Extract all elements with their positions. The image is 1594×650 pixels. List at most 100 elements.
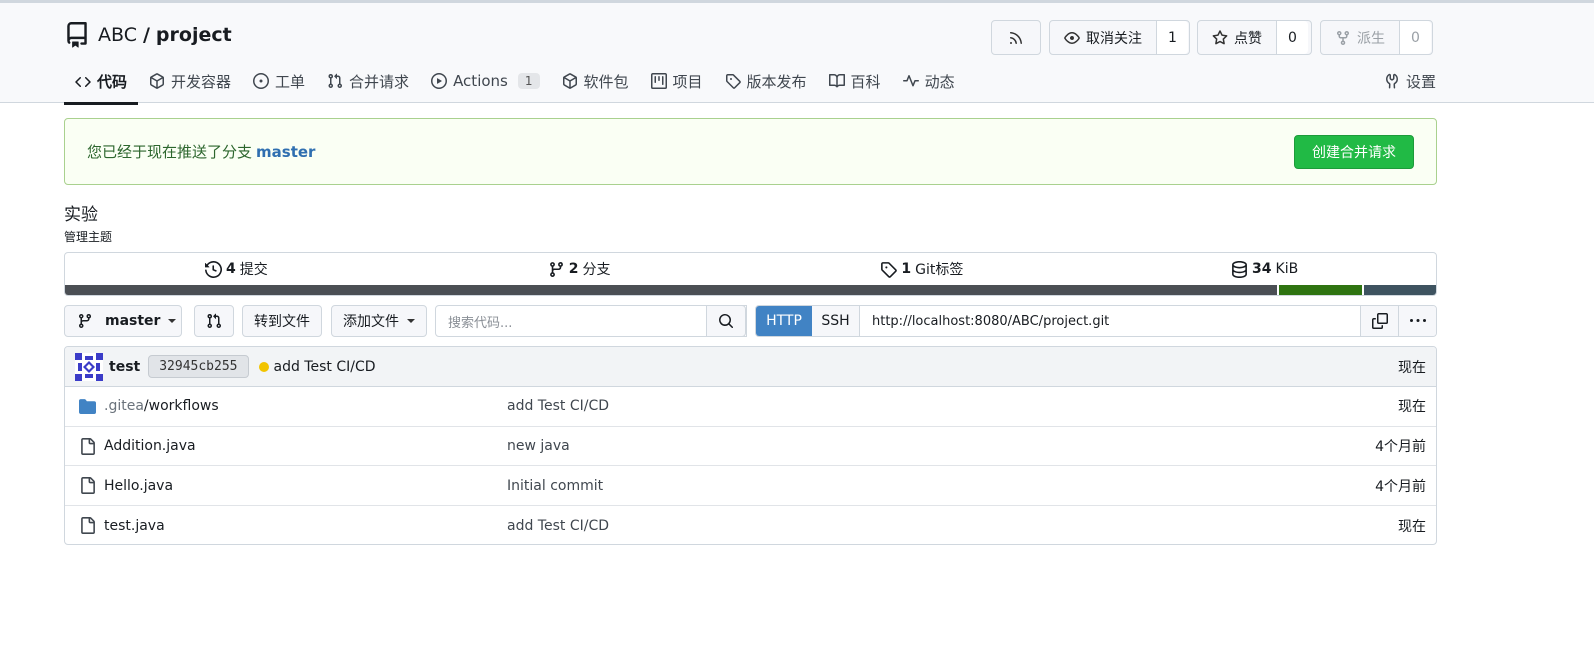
- language-stats-bar[interactable]: [65, 285, 1436, 295]
- issue-icon: [253, 73, 270, 89]
- tab-activity[interactable]: 动态: [892, 59, 966, 103]
- branch-icon: [548, 261, 565, 278]
- tab-devcontainer[interactable]: 开发容器: [138, 59, 242, 103]
- repo-name-link[interactable]: project: [156, 24, 232, 46]
- tab-packages-label: 软件包: [583, 72, 629, 91]
- file-commit-message[interactable]: Initial commit: [507, 478, 1375, 494]
- project-icon: [650, 73, 667, 89]
- file-row: Hello.java Initial commit 4个月前: [65, 466, 1436, 507]
- commit-sha-link[interactable]: 32945cb255: [148, 355, 249, 378]
- branch-selector[interactable]: master: [64, 305, 182, 337]
- repo-owner-link[interactable]: ABC: [98, 24, 137, 46]
- commits-count: 4: [226, 261, 236, 277]
- file-commit-message[interactable]: add Test CI/CD: [507, 398, 1398, 414]
- file-commit-time: 4个月前: [1375, 478, 1426, 495]
- branch-icon: [77, 313, 93, 329]
- repo-toolbar: master 转到文件 添加文件 搜索代码... HTTP SSH http:/…: [64, 305, 1437, 338]
- file-row: Addition.java new java 4个月前: [65, 427, 1436, 467]
- repo-title: ABC / project: [64, 20, 232, 50]
- fork-button[interactable]: 派生 0: [1320, 20, 1433, 55]
- tab-packages[interactable]: 软件包: [551, 59, 640, 103]
- create-pull-request-button[interactable]: 创建合并请求: [1294, 134, 1414, 169]
- star-label: 点赞: [1234, 30, 1262, 47]
- push-notice-message: 您已经于现在推送了分支 master: [87, 141, 315, 162]
- star-button[interactable]: 点赞 0: [1197, 20, 1312, 55]
- avatar[interactable]: [75, 352, 103, 381]
- clone-ssh-button[interactable]: SSH: [812, 306, 860, 336]
- rss-button[interactable]: [991, 20, 1041, 55]
- tab-pulls[interactable]: 合并请求: [316, 59, 420, 103]
- add-file-label: 添加文件: [343, 314, 399, 330]
- commit-message-link[interactable]: add Test CI/CD: [274, 359, 1399, 375]
- folder-prefix: .gitea: [104, 398, 144, 415]
- code-search-button[interactable]: [706, 305, 746, 337]
- tab-wiki[interactable]: 百科: [818, 59, 892, 103]
- tab-devcontainer-label: 开发容器: [171, 72, 232, 91]
- database-icon: [1231, 260, 1248, 278]
- repo-icon: [64, 22, 90, 48]
- copy-icon: [1371, 313, 1388, 329]
- branches-stat[interactable]: 2 分支: [408, 253, 751, 285]
- file-name-link[interactable]: test.java: [104, 518, 165, 534]
- code-search-input[interactable]: 搜索代码...: [435, 305, 747, 337]
- commit-status-icon[interactable]: [258, 361, 269, 372]
- pulse-icon: [902, 73, 919, 89]
- language-segment: [1361, 285, 1436, 295]
- pull-request-icon: [206, 313, 222, 329]
- tab-issues[interactable]: 工单: [242, 59, 316, 103]
- commit-author-link[interactable]: test: [109, 359, 140, 375]
- more-options-button[interactable]: [1398, 306, 1436, 336]
- tab-actions[interactable]: Actions 1: [420, 59, 550, 103]
- file-icon: [79, 437, 96, 455]
- actions-count-badge: 1: [517, 73, 540, 89]
- folder-icon: [79, 398, 96, 415]
- tab-settings-label: 设置: [1405, 72, 1436, 91]
- push-notice-branch-link[interactable]: master: [256, 143, 315, 161]
- tab-releases-label: 版本发布: [746, 72, 807, 91]
- clone-url-input[interactable]: http://localhost:8080/ABC/project.git: [860, 306, 1360, 336]
- tags-stat[interactable]: 1 Git标签: [751, 253, 1094, 285]
- file-table: test 32945cb255 add Test CI/CD 现在 .gitea…: [64, 346, 1437, 545]
- tab-code-label: 代码: [97, 73, 128, 91]
- search-icon: [718, 313, 734, 329]
- branches-label: 分支: [582, 262, 611, 278]
- watch-count[interactable]: 1: [1156, 21, 1188, 54]
- manage-topics-link[interactable]: 管理主题: [64, 228, 112, 245]
- tags-count: 1: [901, 261, 912, 277]
- copy-url-button[interactable]: [1360, 306, 1398, 336]
- recent-push-notice: 您已经于现在推送了分支 master 创建合并请求: [64, 118, 1437, 185]
- file-name-link[interactable]: Addition.java: [104, 438, 196, 454]
- tab-settings[interactable]: 设置: [1384, 59, 1436, 103]
- file-name-link[interactable]: .gitea/workflows: [104, 398, 219, 414]
- eye-icon: [1064, 30, 1080, 46]
- commits-label: 提交: [239, 262, 268, 278]
- tag-icon: [880, 261, 898, 278]
- package-icon: [562, 73, 578, 89]
- file-row: .gitea/workflows add Test CI/CD 现在: [65, 387, 1436, 427]
- tags-label: Git标签: [915, 262, 964, 278]
- add-file-dropdown[interactable]: 添加文件: [331, 305, 427, 337]
- tab-code[interactable]: 代码: [64, 59, 139, 105]
- fork-count[interactable]: 0: [1399, 21, 1431, 54]
- rss-icon: [1008, 30, 1024, 46]
- goto-file-button[interactable]: 转到文件: [242, 305, 322, 337]
- file-name-link[interactable]: Hello.java: [104, 478, 173, 494]
- branch-selector-label: master: [105, 313, 161, 329]
- package-icon: [149, 73, 165, 89]
- tab-projects[interactable]: 项目: [640, 59, 714, 103]
- star-count[interactable]: 0: [1276, 21, 1308, 54]
- file-commit-message[interactable]: add Test CI/CD: [507, 518, 1398, 534]
- compare-button[interactable]: [194, 305, 234, 337]
- code-icon: [75, 74, 91, 90]
- commits-stat[interactable]: 4 提交: [65, 253, 408, 285]
- book-icon: [828, 73, 845, 89]
- clone-http-button[interactable]: HTTP: [756, 306, 812, 336]
- kebab-horizontal-icon: [1409, 313, 1426, 329]
- file-commit-message[interactable]: new java: [507, 438, 1375, 454]
- tab-releases[interactable]: 版本发布: [714, 59, 818, 103]
- fork-icon: [1335, 30, 1351, 46]
- watch-button[interactable]: 取消关注 1: [1049, 20, 1190, 55]
- size-stat: 34 KiB: [1093, 253, 1436, 285]
- tab-activity-label: 动态: [924, 72, 955, 91]
- chevron-down-icon: [168, 319, 177, 323]
